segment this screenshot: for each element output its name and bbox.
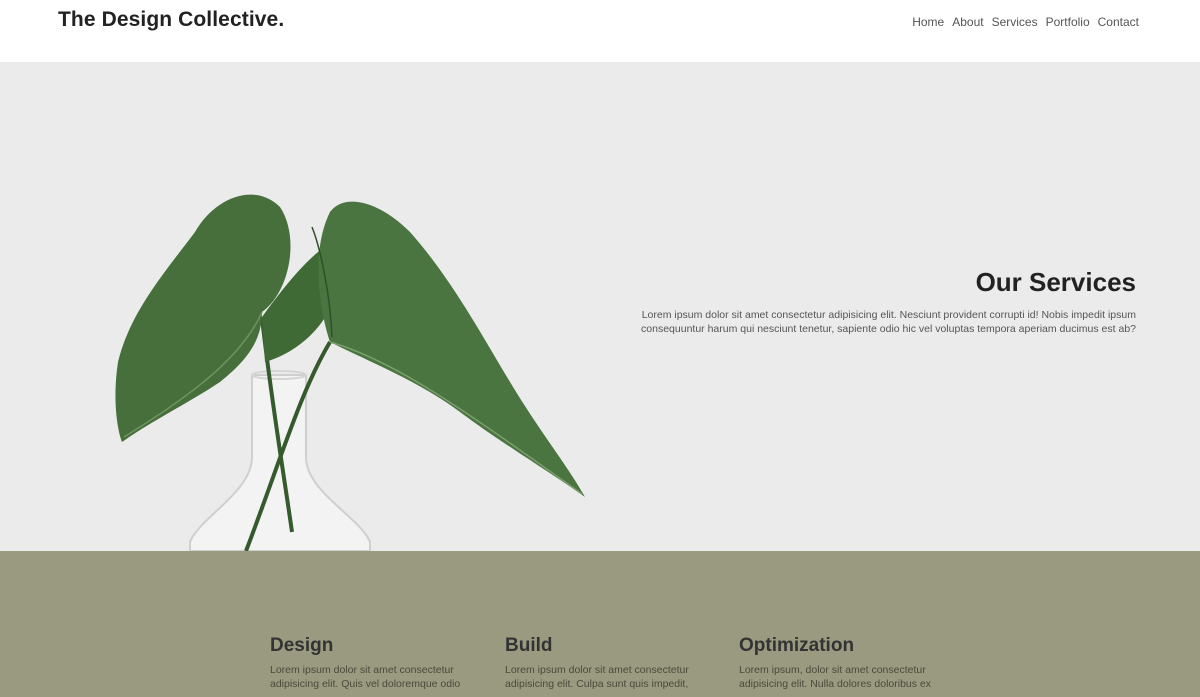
- plant-in-vase-image: [115, 194, 585, 551]
- service-text: Lorem ipsum dolor sit amet consectetur a…: [505, 664, 689, 690]
- hero-section: Our Services Lorem ipsum dolor sit amet …: [0, 62, 1200, 551]
- nav-home[interactable]: Home: [912, 15, 944, 29]
- service-design: Design Lorem ipsum dolor sit amet consec…: [270, 635, 470, 691]
- hero-title: Our Services: [975, 267, 1136, 297]
- service-build: Build Lorem ipsum dolor sit amet consect…: [505, 635, 705, 691]
- service-title: Design: [270, 635, 334, 656]
- hero-description: Lorem ipsum dolor sit amet consectetur a…: [641, 309, 1136, 335]
- nav-portfolio[interactable]: Portfolio: [1046, 15, 1090, 29]
- nav-services[interactable]: Services: [992, 15, 1038, 29]
- main-nav: Home About Services Portfolio Contact: [912, 15, 1139, 29]
- services-section: Design Lorem ipsum dolor sit amet consec…: [0, 551, 1200, 697]
- service-text: Lorem ipsum dolor sit amet consectetur a…: [270, 664, 461, 690]
- right-leaf: [318, 201, 585, 497]
- nav-contact[interactable]: Contact: [1098, 15, 1139, 29]
- brand-logo[interactable]: The Design Collective.: [58, 8, 284, 32]
- nav-about[interactable]: About: [952, 15, 983, 29]
- service-title: Optimization: [739, 635, 855, 656]
- site-header: The Design Collective. Home About Servic…: [0, 0, 1200, 62]
- service-optimization: Optimization Lorem ipsum, dolor sit amet…: [739, 635, 939, 691]
- service-title: Build: [505, 635, 553, 656]
- service-text: Lorem ipsum, dolor sit amet consectetur …: [739, 664, 932, 690]
